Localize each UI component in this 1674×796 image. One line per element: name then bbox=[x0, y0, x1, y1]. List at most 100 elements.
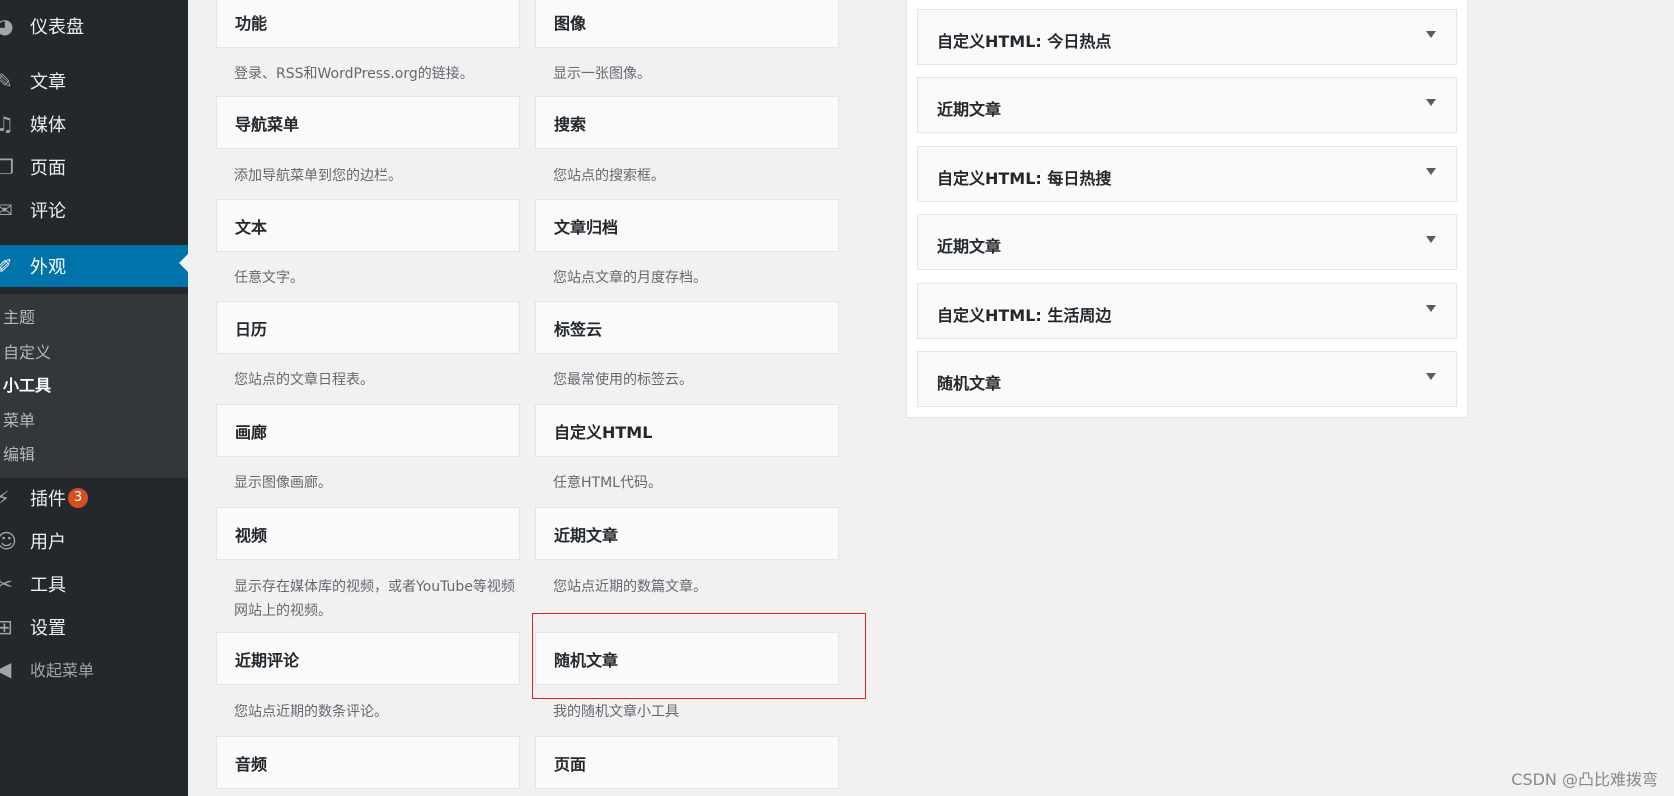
menu-label: 评论 bbox=[30, 201, 66, 222]
widget-description: 您最常使用的标签云。 bbox=[553, 372, 693, 388]
widget-audio[interactable]: 音频 bbox=[216, 736, 520, 789]
tools-icon: ✂ bbox=[0, 572, 13, 596]
submenu-themes[interactable]: 主题 bbox=[3, 304, 35, 328]
comment-icon: ✉ bbox=[0, 198, 13, 222]
menu-dashboard[interactable]: ◕ 仪表盘 bbox=[0, 8, 188, 44]
widget-description: 您站点近期的数条评论。 bbox=[234, 704, 388, 720]
widget-tag-cloud[interactable]: 标签云 bbox=[535, 301, 839, 354]
widget-description: 登录、RSS和WordPress.org的链接。 bbox=[234, 66, 474, 82]
menu-posts[interactable]: ✎ 文章 bbox=[0, 63, 188, 99]
area-widget-title: 自定义HTML: 今日热点 bbox=[937, 32, 1112, 51]
widget-description: 您站点文章的月度存档。 bbox=[553, 270, 707, 286]
appearance-icon: ✐ bbox=[0, 254, 13, 278]
widget-title: 视频 bbox=[235, 526, 268, 545]
menu-plugins[interactable]: ⚡ 插件 3 bbox=[0, 480, 188, 516]
widget-title: 功能 bbox=[235, 14, 268, 33]
widget-archives[interactable]: 文章归档 bbox=[535, 199, 839, 252]
admin-sidebar: ◕ 仪表盘 ✎ 文章 ♫ 媒体 ❐ 页面 ✉ 评论 ✐ 外观 主题 自定义 小工… bbox=[0, 0, 188, 796]
widget-video[interactable]: 视频 bbox=[216, 507, 520, 560]
widget-title: 搜索 bbox=[554, 115, 587, 134]
menu-label: 收起菜单 bbox=[30, 661, 95, 680]
widget-description: 任意文字。 bbox=[234, 270, 304, 286]
area-widget-title: 自定义HTML: 每日热搜 bbox=[937, 169, 1112, 188]
dashboard-icon: ◕ bbox=[0, 14, 14, 38]
area-widget-title: 近期文章 bbox=[937, 100, 1002, 119]
widget-title: 导航菜单 bbox=[235, 115, 300, 134]
widget-description: 我的随机文章小工具 bbox=[553, 704, 679, 720]
widget-description: 您站点的搜索框。 bbox=[553, 168, 665, 184]
widget-description: 任意HTML代码。 bbox=[553, 475, 662, 491]
user-icon: ☺ bbox=[0, 529, 17, 553]
collapse-icon: ◀ bbox=[0, 657, 12, 681]
menu-pages[interactable]: ❐ 页面 bbox=[0, 149, 188, 185]
widget-image[interactable]: 图像 bbox=[535, 0, 839, 48]
area-widget-title: 随机文章 bbox=[937, 374, 1002, 393]
pin-icon: ✎ bbox=[0, 69, 13, 93]
widget-title: 近期评论 bbox=[235, 651, 300, 670]
widget-recent-comments[interactable]: 近期评论 bbox=[216, 632, 520, 685]
widget-calendar[interactable]: 日历 bbox=[216, 301, 520, 354]
highlight-box bbox=[532, 613, 866, 699]
area-widget-custom-html-life[interactable]: 自定义HTML: 生活周边 bbox=[917, 283, 1457, 339]
expand-arrow-icon[interactable] bbox=[1426, 99, 1436, 106]
area-widget-custom-html-trending[interactable]: 自定义HTML: 每日热搜 bbox=[917, 146, 1457, 202]
expand-arrow-icon[interactable] bbox=[1426, 236, 1436, 243]
menu-media[interactable]: ♫ 媒体 bbox=[0, 106, 188, 142]
area-widget-title: 自定义HTML: 生活周边 bbox=[937, 306, 1112, 325]
expand-arrow-icon[interactable] bbox=[1426, 305, 1436, 312]
menu-appearance[interactable]: ✐ 外观 bbox=[0, 245, 188, 287]
widget-title: 标签云 bbox=[554, 320, 603, 339]
widget-title: 近期文章 bbox=[554, 526, 619, 545]
submenu-editor[interactable]: 编辑 bbox=[3, 441, 35, 465]
expand-arrow-icon[interactable] bbox=[1426, 31, 1436, 38]
widget-custom-html[interactable]: 自定义HTML bbox=[535, 404, 839, 457]
area-widget-random-posts[interactable]: 随机文章 bbox=[917, 351, 1457, 407]
submenu-widgets[interactable]: 小工具 bbox=[3, 372, 51, 396]
widget-description: 您站点近期的数篇文章。 bbox=[553, 579, 707, 595]
menu-label: 仪表盘 bbox=[30, 17, 84, 38]
menu-label: 外观 bbox=[30, 257, 66, 278]
widget-description: 显示图像画廊。 bbox=[234, 475, 332, 491]
menu-label: 工具 bbox=[30, 575, 66, 596]
expand-arrow-icon[interactable] bbox=[1426, 373, 1436, 380]
area-widget-custom-html-hot[interactable]: 自定义HTML: 今日热点 bbox=[917, 9, 1457, 65]
media-icon: ♫ bbox=[0, 112, 14, 136]
widget-pages[interactable]: 页面 bbox=[535, 736, 839, 789]
collapse-menu-button[interactable]: ◀ 收起菜单 bbox=[0, 651, 188, 687]
widget-title: 图像 bbox=[554, 14, 587, 33]
widget-meta[interactable]: 功能 bbox=[216, 0, 520, 48]
sidebar-widget-area: 自定义HTML: 今日热点 近期文章 自定义HTML: 每日热搜 近期文章 自定… bbox=[906, 0, 1468, 418]
menu-label: 插件 bbox=[30, 489, 66, 510]
plugin-icon: ⚡ bbox=[0, 486, 11, 510]
widget-description: 显示存在媒体库的视频，或者YouTube等视频网站上的视频。 bbox=[234, 579, 515, 619]
expand-arrow-icon[interactable] bbox=[1426, 168, 1436, 175]
widget-description: 显示一张图像。 bbox=[553, 66, 651, 82]
area-widget-recent-posts-2[interactable]: 近期文章 bbox=[917, 214, 1457, 270]
update-count-badge: 3 bbox=[68, 488, 88, 508]
widget-title: 日历 bbox=[235, 320, 268, 339]
menu-label: 设置 bbox=[30, 618, 66, 639]
appearance-submenu: 主题 自定义 小工具 菜单 编辑 bbox=[0, 294, 188, 478]
menu-users[interactable]: ☺ 用户 bbox=[0, 523, 188, 559]
widget-nav-menu[interactable]: 导航菜单 bbox=[216, 96, 520, 149]
menu-tools[interactable]: ✂ 工具 bbox=[0, 566, 188, 602]
submenu-customize[interactable]: 自定义 bbox=[3, 339, 51, 363]
menu-label: 媒体 bbox=[30, 115, 66, 136]
menu-comments[interactable]: ✉ 评论 bbox=[0, 192, 188, 228]
widget-text[interactable]: 文本 bbox=[216, 199, 520, 252]
widget-title: 文本 bbox=[235, 218, 268, 237]
widget-search[interactable]: 搜索 bbox=[535, 96, 839, 149]
widget-gallery[interactable]: 画廊 bbox=[216, 404, 520, 457]
widget-title: 画廊 bbox=[235, 423, 268, 442]
area-widget-recent-posts[interactable]: 近期文章 bbox=[917, 77, 1457, 133]
menu-label: 文章 bbox=[30, 72, 66, 93]
widget-recent-posts[interactable]: 近期文章 bbox=[535, 507, 839, 560]
widget-title: 页面 bbox=[554, 755, 587, 774]
page-icon: ❐ bbox=[0, 155, 14, 179]
submenu-menus[interactable]: 菜单 bbox=[3, 407, 35, 431]
menu-settings[interactable]: ⊞ 设置 bbox=[0, 609, 188, 645]
widget-description: 添加导航菜单到您的边栏。 bbox=[234, 168, 402, 184]
widget-title: 自定义HTML bbox=[554, 423, 653, 442]
widget-title: 文章归档 bbox=[554, 218, 619, 237]
menu-label: 用户 bbox=[30, 532, 66, 553]
